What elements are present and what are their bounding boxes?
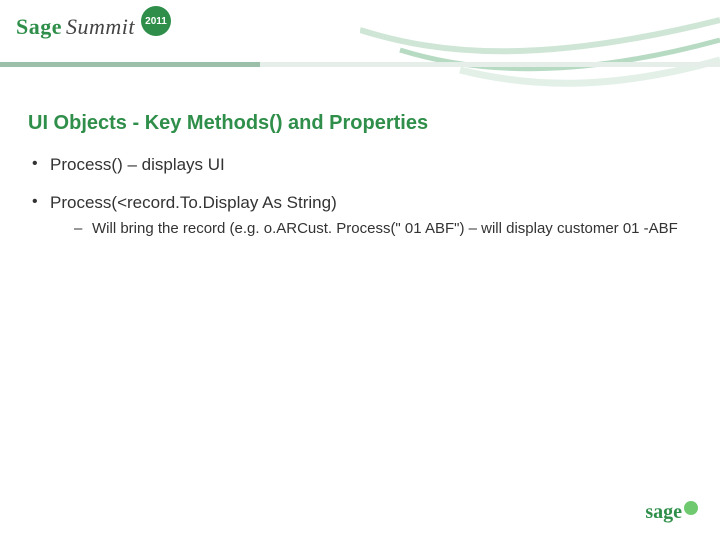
slide-header: Sage Summit 2011 xyxy=(0,0,720,80)
sage-summit-logo: Sage Summit 2011 xyxy=(16,14,171,40)
bullet-list: Process() – displays UI Process(<record.… xyxy=(28,155,692,239)
sub-list: Will bring the record (e.g. o.ARCust. Pr… xyxy=(50,219,692,239)
footer-brand-text: sage xyxy=(645,501,682,524)
footer-dot-icon xyxy=(684,501,698,515)
bullet-text: Process() – displays UI xyxy=(50,155,225,174)
slide-content: UI Objects - Key Methods() and Propertie… xyxy=(28,112,692,257)
sub-list-item: Will bring the record (e.g. o.ARCust. Pr… xyxy=(50,219,692,239)
brand-word-summit: Summit xyxy=(66,14,135,40)
header-swirl-icon xyxy=(360,0,720,110)
header-divider-accent xyxy=(0,62,260,67)
list-item: Process() – displays UI xyxy=(28,155,692,175)
list-item: Process(<record.To.Display As String) Wi… xyxy=(28,193,692,239)
brand-word-sage: Sage xyxy=(16,14,62,40)
bullet-text: Process(<record.To.Display As String) xyxy=(50,193,337,212)
sub-bullet-text: Will bring the record (e.g. o.ARCust. Pr… xyxy=(92,220,678,237)
slide-title: UI Objects - Key Methods() and Propertie… xyxy=(28,112,692,135)
year-badge-icon: 2011 xyxy=(141,6,171,36)
footer-sage-logo: sage xyxy=(645,501,698,524)
